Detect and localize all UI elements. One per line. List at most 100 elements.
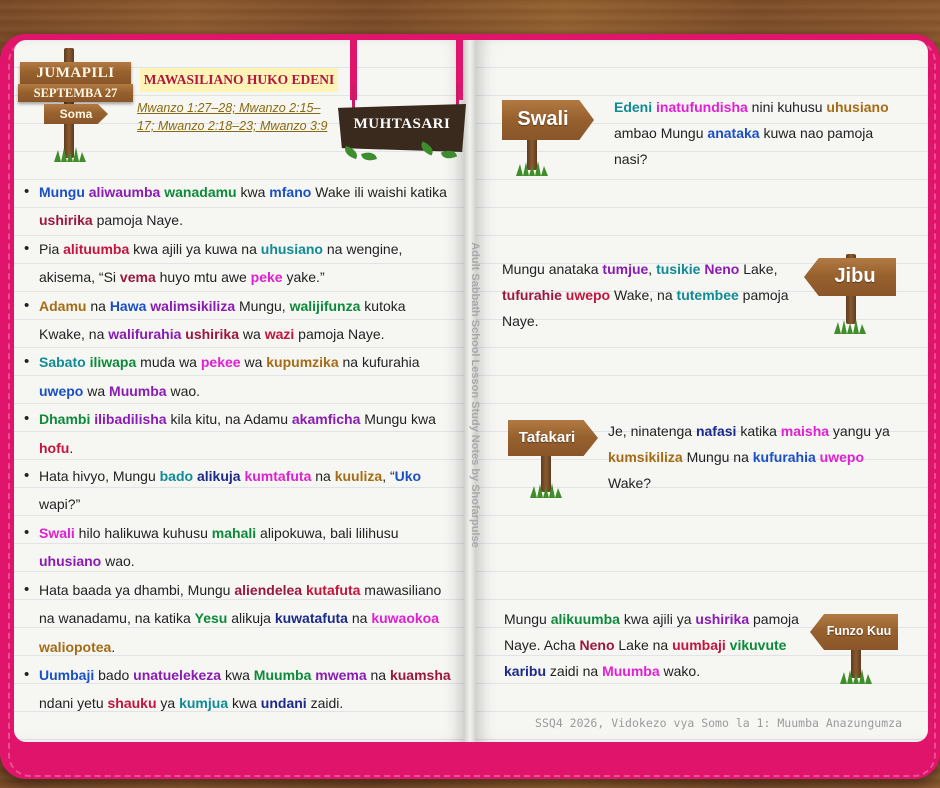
highlighted-word: peke [250,269,283,286]
highlighted-word: shauku [107,695,157,712]
vertical-credit: Adult Sabbath School Lesson Study Notes … [468,212,482,580]
funzo-kuu-sign-label: Funzo Kuu [826,624,892,638]
highlighted-word: Swali [39,524,75,541]
highlighted-word: uhusiano [260,240,323,257]
bullet-item: Hata baada ya dhambi, Mungu aliendelea k… [24,576,454,661]
text-run: Lake, [739,261,778,277]
text-run: wao. [166,382,201,399]
highlighted-word: kumsikiliza [608,449,683,465]
bullet-item: Adamu na Hawa walimsikiliza Mungu, walij… [24,292,454,349]
highlighted-word: alituumba [63,240,130,257]
text-run: kwa ajili ya kuwa na [129,240,261,257]
text-run: Mungu na [682,449,753,465]
text-run: wao. [101,553,135,570]
highlighted-word: waliopotea [39,638,112,655]
text-run: pamoja Naye. [294,326,385,343]
highlighted-word: mahali [211,524,257,541]
text-run: Hata baada ya dhambi, Mungu [39,581,235,598]
text-run: kila kitu, na Adamu [166,411,292,428]
text-run: Mungu anataka [502,261,603,277]
bullet-item: Mungu aliwaumba wanadamu kwa mfano Wake … [24,178,454,235]
grass-icon [840,669,872,684]
highlighted-word: Edeni [614,99,653,115]
highlighted-word: Muumba [253,666,312,683]
text-run: muda wa [136,354,201,371]
highlighted-word: uwepo [819,449,865,465]
highlighted-word: walimsikiliza [150,297,236,314]
text-run: wapi?” [39,496,81,513]
highlighted-word: kupumzika [266,354,339,371]
text-run: kwa [236,184,270,200]
text-run: katika [736,423,781,439]
grass-icon [54,147,86,162]
bullet-item: Dhambi ilibadilisha kila kitu, na Adamu … [24,405,454,462]
highlighted-word: aliendelea [234,581,303,598]
highlighted-word: Muumba [109,382,167,399]
grass-icon [834,319,866,334]
highlighted-word: anataka [707,125,760,141]
text-run: , [648,261,657,277]
highlighted-word: kumtafuta [244,468,312,485]
highlighted-word: unatuelekeza [133,666,222,683]
text-run: ya [156,695,180,712]
highlighted-word: Uko [394,468,422,485]
lesson-title: MAWASILIANO HUKO EDENI [140,68,338,92]
text-run: na [311,468,335,485]
text-run: hilo halikuwa kuhusu [74,524,212,541]
highlighted-word: uumbaji [672,637,726,653]
highlighted-word: kuuliza [334,468,383,485]
highlighted-word: kuamsha [389,666,451,683]
text-run: kwa [221,666,254,683]
text-run: bado [94,666,134,683]
text-run: kwa ajili ya [619,611,696,627]
highlighted-word: pekee [200,354,241,371]
highlighted-word: maisha [780,423,830,439]
soma-sign: Soma [44,104,108,124]
vertical-credit-text: Adult Sabbath School Lesson Study Notes … [469,242,481,548]
text-run: ndani yetu [39,695,108,712]
text-run: alikuja [227,610,275,627]
text-run: Mungu kwa [360,411,436,428]
text-run: Lake na [614,637,673,653]
highlighted-word: undani [260,695,307,712]
bullet-item: Uumbaji bado unatuelekeza kwa Muumba mwe… [24,661,454,718]
highlighted-word: nafasi [695,423,737,439]
text-run: Hata hivyo, Mungu [39,468,160,485]
text-run: wako. [659,663,701,679]
text-run: pamoja Naye. [92,212,183,229]
text-run: kwa [228,695,261,712]
highlighted-word: aliwaumba [88,184,161,200]
bullet-item: Hata hivyo, Mungu bado alikuja kumtafuta… [24,462,454,519]
text-run: alipokuwa, bali lilihusu [256,524,399,541]
highlighted-word: walijifunza [289,297,361,314]
highlighted-word: Mungu [39,184,85,200]
highlighted-word: tutembee [676,287,739,303]
text-run: zaidi. [306,695,344,712]
funzo-kuu-lesson: Mungu alikuumba kwa ajili ya ushirika pa… [504,606,800,684]
highlighted-word: wanadamu [164,184,237,200]
grass-icon [516,161,548,176]
bullet-item: Swali hilo halikuwa kuhusu mahali alipok… [24,519,454,576]
highlighted-word: bado [159,468,194,485]
highlighted-word: Muumba [602,663,660,679]
highlighted-word: inatufundisha [656,99,748,115]
tafakari-reflection: Je, ninatenga nafasi katika maisha yangu… [608,418,900,496]
text-run: wa [240,354,267,371]
text-run: nini kuhusu [747,99,827,115]
highlighted-word: akamficha [291,411,361,428]
highlighted-word: tusikie [656,261,701,277]
bullet-item: Pia alituumba kwa ajili ya kuwa na uhusi… [24,235,454,292]
text-run: Je, ninatenga [608,423,696,439]
text-run: na [366,666,390,683]
bullet-item: Sabato iliwapa muda wa pekee wa kupumzik… [24,348,454,405]
highlighted-word: Sabato [39,354,86,371]
highlighted-word: uhusiano [826,99,889,115]
highlighted-word: iliwapa [89,354,137,371]
grass-icon [530,483,562,498]
highlighted-word: mwema [315,666,367,683]
highlighted-word: Hawa [109,297,147,314]
text-run: na kufurahia [338,354,420,371]
highlighted-word: kuwaokoa [371,610,440,627]
summary-bullet-list: Mungu aliwaumba wanadamu kwa mfano Wake … [24,178,454,718]
scripture-references[interactable]: Mwanzo 1:27–28; Mwanzo 2:15–17; Mwanzo 2… [137,99,337,135]
